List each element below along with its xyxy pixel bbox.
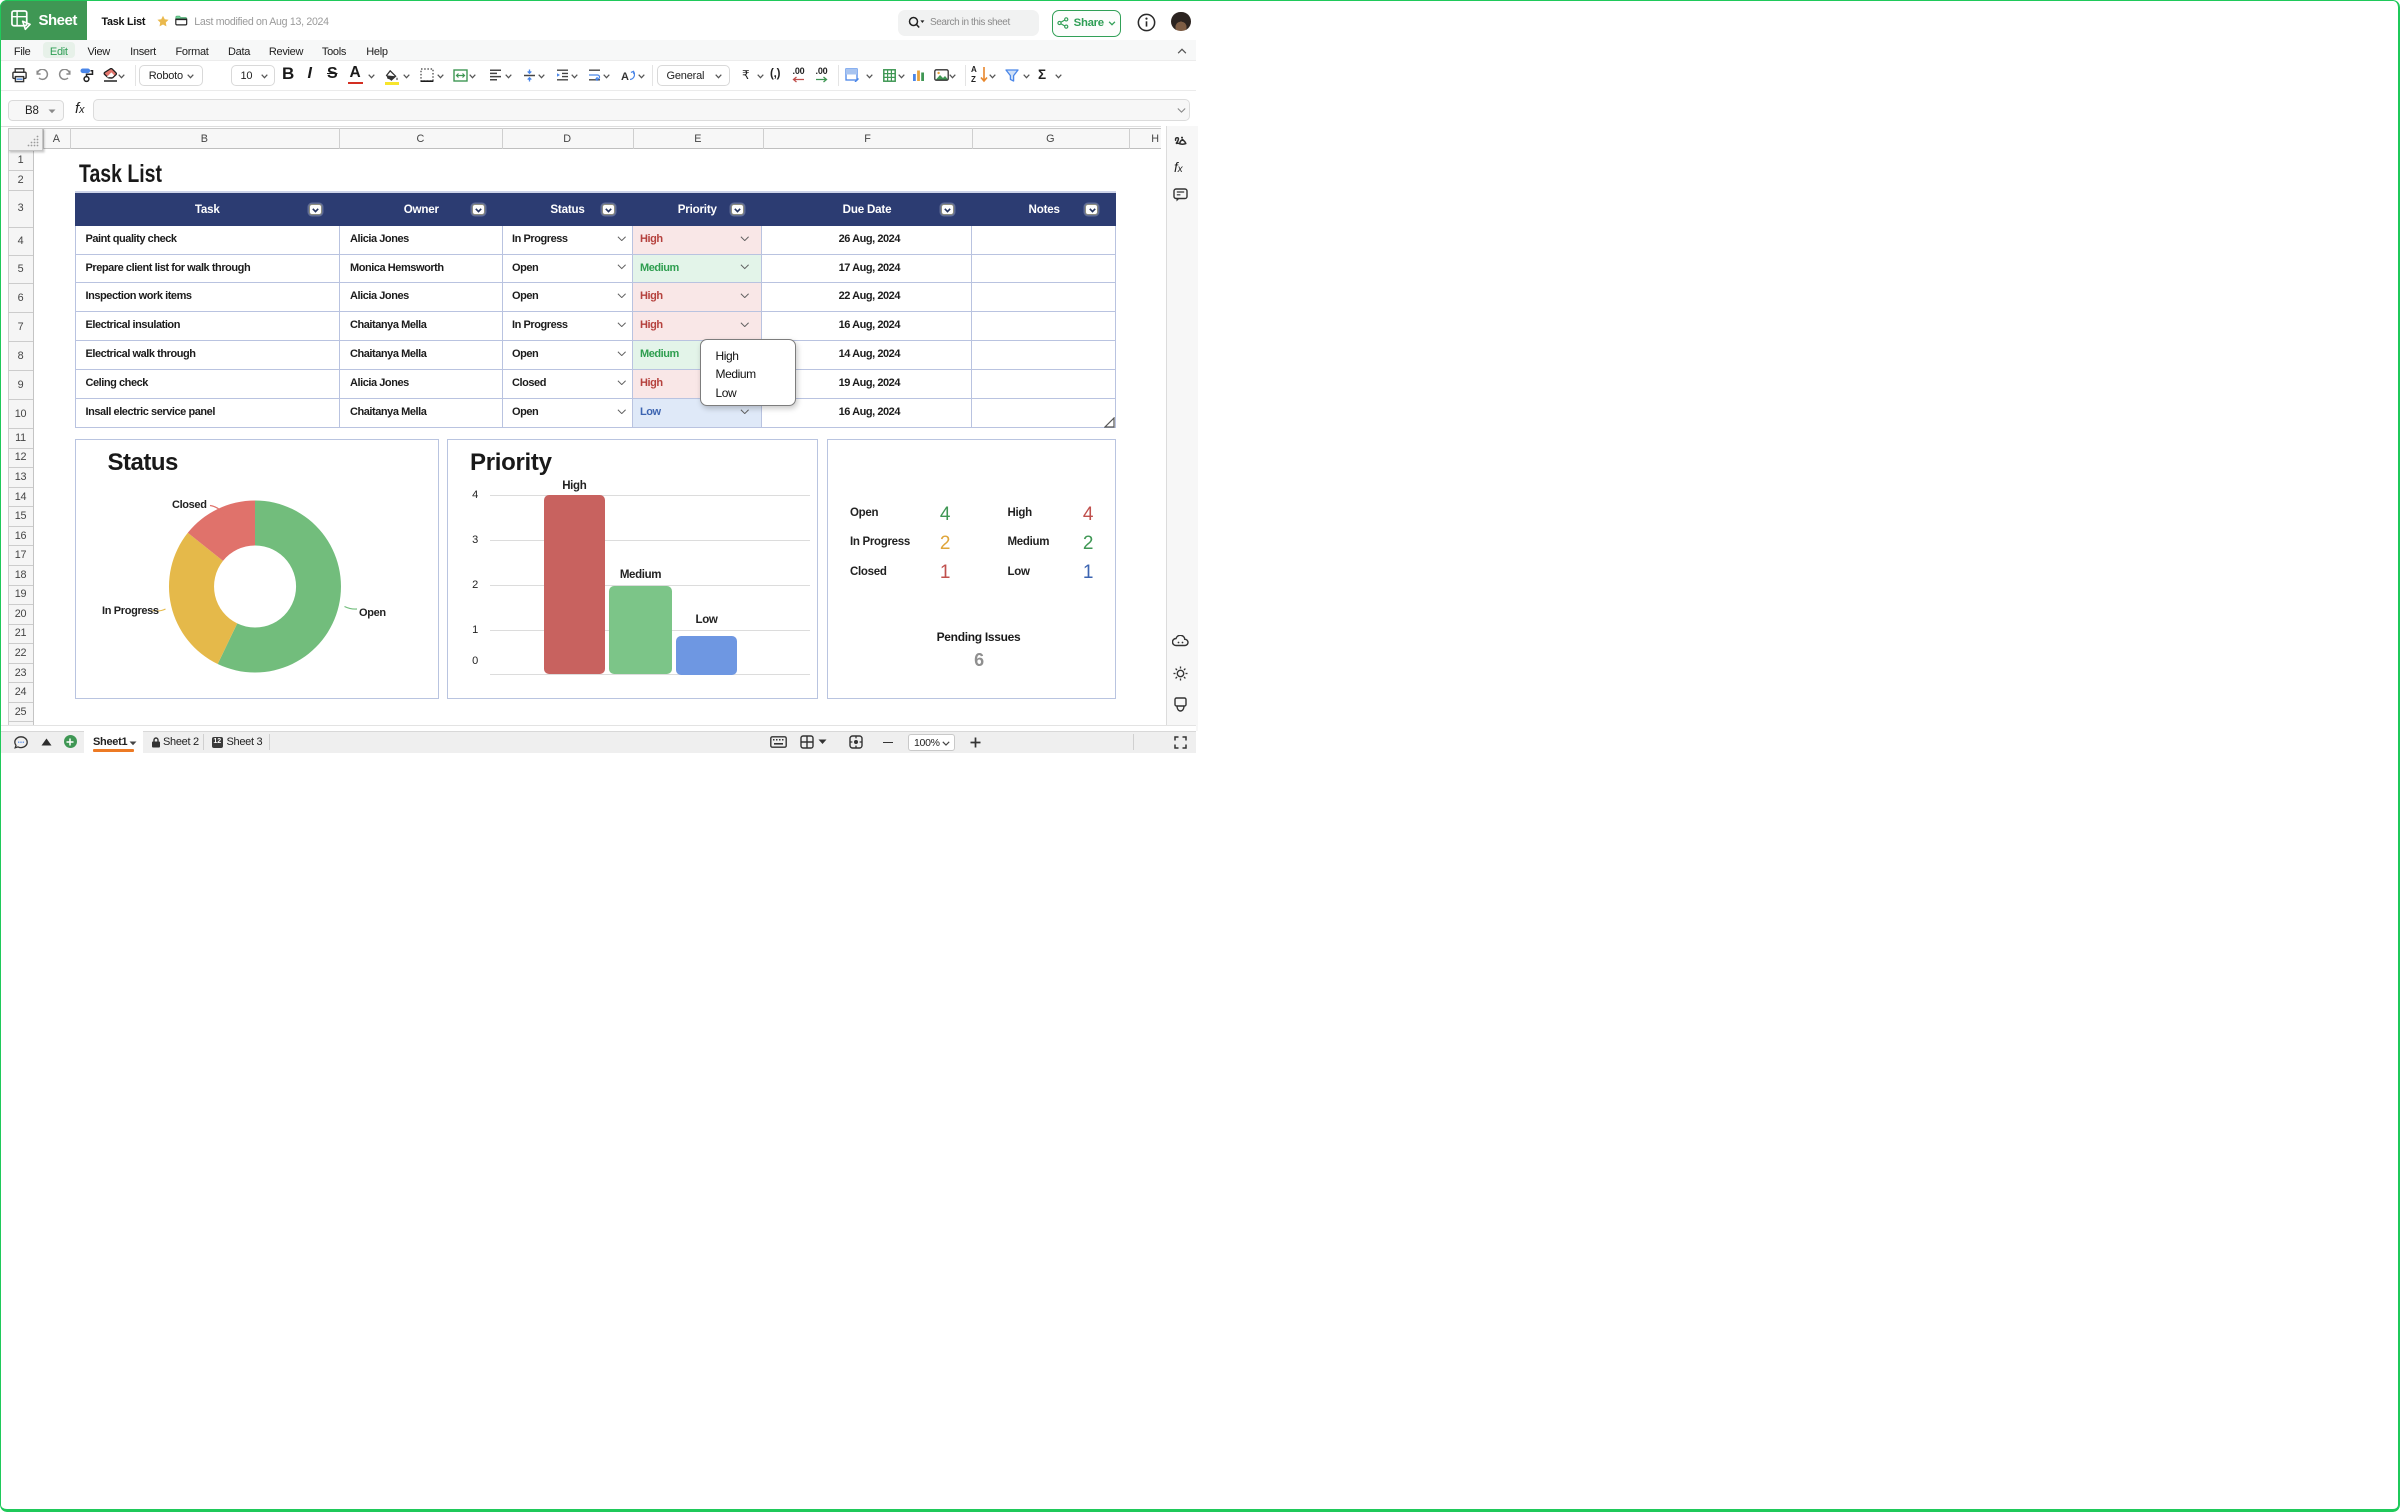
svg-text:A: A <box>621 71 629 82</box>
